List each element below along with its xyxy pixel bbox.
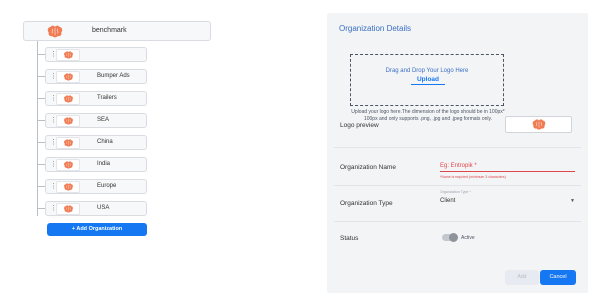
logo-dropzone[interactable]: Drag and Drop Your Logo Here Upload [350,54,504,106]
type-floating-label: Organization Type * [440,190,471,194]
organization-details-panel: Organization Details Drag and Drop Your … [327,13,588,293]
brain-logo-icon [63,117,74,125]
tree-branch [37,186,45,187]
brain-logo-icon [531,119,547,130]
cancel-button[interactable]: Cancel [540,270,576,285]
tree-branch [37,142,45,143]
tree-child-node[interactable]: ⋮ Europe [45,179,147,194]
brain-logo-icon [63,73,74,81]
tree-branch [37,120,45,121]
organization-name-input[interactable]: Eg: Entropik * [440,162,575,172]
brain-logo-icon [46,25,64,43]
dropzone-title: Drag and Drop Your Logo Here [385,68,469,74]
organization-tree: benchmark ⋮ ⋮ Bumper Ads ⋮ Trailers ⋮ SE… [0,0,300,293]
child-logo [56,159,80,171]
child-org-name: India [97,161,111,167]
brain-logo-icon [63,139,74,147]
divider [334,185,581,186]
toggle-knob [449,233,458,242]
divider [334,221,581,222]
logo-preview [505,116,572,133]
child-org-name: USA [97,205,110,211]
tree-branch [37,76,45,77]
status-value: Active [461,235,475,241]
status-label: Status [340,235,359,242]
divider [334,147,581,148]
child-logo [56,203,80,215]
brain-logo-icon [63,161,74,169]
tree-branch [37,208,45,209]
name-error-message: *Name is required (minimum 3 characters) [440,175,506,179]
tree-child-node[interactable]: ⋮ Bumper Ads [45,69,147,84]
child-org-name: China [97,139,113,145]
tree-branch [37,164,45,165]
add-organization-button[interactable]: + Add Organization [47,223,147,236]
tree-branch [37,54,45,55]
child-org-name: Trailers [97,95,117,101]
tree-child-node[interactable]: ⋮ USA [45,201,147,216]
brain-logo-icon [63,95,74,103]
child-org-name: SEA [97,117,110,123]
tree-child-node[interactable]: ⋮ India [45,157,147,172]
type-selected-value: Client [440,198,456,204]
tree-child-node[interactable]: ⋮ China [45,135,147,150]
add-button[interactable]: Add [505,270,539,285]
tree-branch [37,98,45,99]
upload-link[interactable]: Upload [411,76,445,85]
tree-root-node[interactable]: benchmark [23,21,211,41]
panel-title: Organization Details [339,24,412,33]
tree-child-node[interactable]: ⋮ SEA [45,113,147,128]
tree-child-node[interactable]: ⋮ Trailers [45,91,147,106]
status-toggle[interactable] [442,233,458,242]
organization-type-label: Organization Type [340,200,393,207]
child-org-name: Bumper Ads [97,73,130,79]
brain-logo-icon [63,183,74,191]
tree-connector-line [37,41,38,216]
tree-child-node[interactable]: ⋮ [45,47,147,62]
brain-logo-icon [63,51,74,59]
child-org-name: Europe [97,183,117,189]
child-logo [56,93,80,105]
child-logo [56,181,80,193]
child-logo [56,115,80,127]
root-org-name: benchmark [92,27,127,34]
chevron-down-icon: ▼ [570,198,575,204]
child-logo [56,49,80,61]
organization-type-select[interactable]: Client ▼ [440,196,575,206]
upload-help-text: Upload your logo here.The dimension of t… [351,109,505,122]
child-logo [56,137,80,149]
brain-logo-icon [63,205,74,213]
organization-name-label: Organization Name [340,164,396,171]
child-logo [56,71,80,83]
logo-preview-label: Logo preview [340,122,379,129]
